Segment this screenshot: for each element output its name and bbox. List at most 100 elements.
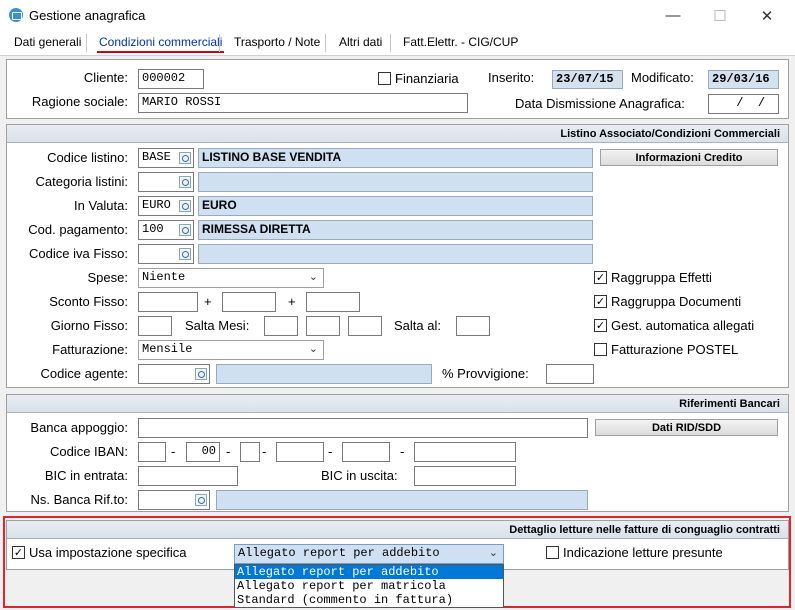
iban-dash: -: [328, 444, 333, 459]
spese-label: Spese:: [87, 270, 128, 285]
letture-dropdown-list: Allegato report per addebito Allegato re…: [234, 564, 504, 608]
codice-listino-field[interactable]: BASE: [138, 148, 194, 168]
ns-banca-field[interactable]: [138, 490, 210, 510]
finanziaria-checkbox[interactable]: [378, 72, 391, 85]
raggruppa-effetti-checkbox[interactable]: ✓: [594, 271, 607, 284]
chevron-down-icon: ⌄: [308, 270, 318, 283]
sconto-fisso-1[interactable]: [138, 292, 198, 312]
close-button[interactable]: ✕: [744, 0, 790, 31]
iban-check-digits[interactable]: 00: [186, 442, 220, 462]
fatturazione-label: Fatturazione:: [52, 342, 128, 357]
usa-impostazione-label: Usa impostazione specifica: [29, 545, 187, 560]
cod-pagamento-field[interactable]: 100: [138, 220, 194, 240]
fatturazione-postel-checkbox[interactable]: [594, 343, 607, 356]
codice-iban-label: Codice IBAN:: [49, 444, 128, 459]
ns-banca-desc: [216, 490, 588, 510]
raggruppa-documenti-checkbox[interactable]: ✓: [594, 295, 607, 308]
valuta-value: EURO: [142, 198, 171, 212]
tab-fatt-elettr[interactable]: Fatt.Elettr. - CIG/CUP: [401, 35, 520, 53]
tab-separator: [219, 34, 220, 52]
search-icon[interactable]: [195, 368, 207, 380]
tab-separator: [325, 34, 326, 52]
dropdown-option[interactable]: Allegato report per addebito: [235, 565, 503, 579]
salta-al-field[interactable]: [456, 316, 490, 336]
iban-cab[interactable]: [342, 442, 390, 462]
categoria-listini-field[interactable]: [138, 172, 194, 192]
sconto-fisso-3[interactable]: [306, 292, 360, 312]
giorno-fisso-label: Giorno Fisso:: [50, 318, 128, 333]
chevron-down-icon: ⌄: [308, 342, 318, 355]
search-icon[interactable]: [179, 224, 191, 236]
letture-combo[interactable]: Allegato report per addebito ⌄: [234, 544, 504, 564]
tab-altri-dati[interactable]: Altri dati: [337, 35, 384, 53]
dropdown-option[interactable]: Allegato report per matricola: [235, 579, 503, 593]
usa-impostazione-checkbox[interactable]: ✓: [12, 546, 25, 559]
banca-header: Riferimenti Bancari: [7, 395, 788, 413]
provvigione-field[interactable]: [546, 364, 594, 384]
ns-banca-label: Ns. Banca Rif.to:: [30, 492, 128, 507]
salta-mesi-1[interactable]: [264, 316, 298, 336]
valuta-label: In Valuta:: [74, 198, 128, 213]
fatturazione-combo[interactable]: Mensile ⌄: [138, 340, 324, 360]
iban-country[interactable]: [138, 442, 166, 462]
codice-listino-value: BASE: [142, 150, 171, 164]
spese-combo[interactable]: Niente ⌄: [138, 268, 324, 288]
tab-trasporto-note[interactable]: Trasporto / Note: [232, 35, 322, 53]
search-icon[interactable]: [179, 176, 191, 188]
bic-uscita-field[interactable]: [414, 466, 516, 486]
iban-dash: -: [262, 444, 267, 459]
dati-rid-sdd-button[interactable]: Dati RID/SDD: [595, 419, 778, 436]
finanziaria-label: Finanziaria: [395, 71, 459, 86]
fatturazione-value: Mensile: [142, 342, 193, 356]
salta-mesi-2[interactable]: [306, 316, 340, 336]
search-icon[interactable]: [195, 494, 207, 506]
letture-presunte-checkbox[interactable]: [546, 546, 559, 559]
giorno-fisso-field[interactable]: [138, 316, 172, 336]
cod-pagamento-desc: RIMESSA DIRETTA: [198, 220, 593, 240]
chevron-down-icon: ⌄: [488, 546, 498, 559]
bic-entrata-label: BIC in entrata:: [44, 468, 128, 483]
categoria-listini-desc: [198, 172, 593, 192]
cod-pagamento-value: 100: [142, 222, 164, 236]
codice-agente-field[interactable]: [138, 364, 210, 384]
search-icon[interactable]: [179, 152, 191, 164]
informazioni-credito-button[interactable]: Informazioni Credito: [600, 149, 778, 166]
dropdown-option[interactable]: Standard (commento in fattura): [235, 593, 503, 607]
gest-allegati-label: Gest. automatica allegati: [611, 318, 755, 333]
search-icon[interactable]: [179, 248, 191, 260]
provvigione-label: % Provvigione:: [442, 366, 529, 381]
tab-condizioni-commerciali[interactable]: Condizioni commerciali: [97, 35, 225, 53]
categoria-listini-label: Categoria listini:: [35, 174, 129, 189]
minimize-button[interactable]: —: [650, 0, 696, 31]
ragione-sociale-label: Ragione sociale:: [31, 94, 128, 109]
listino-header: Listino Associato/Condizioni Commerciali: [7, 125, 788, 143]
sconto-fisso-2[interactable]: [222, 292, 276, 312]
banca-appoggio-label: Banca appoggio:: [30, 420, 128, 435]
salta-mesi-3[interactable]: [348, 316, 382, 336]
tab-separator: [390, 34, 391, 52]
raggruppa-documenti-label: Raggruppa Documenti: [611, 294, 742, 309]
ragione-sociale-field[interactable]: MARIO ROSSI: [138, 93, 468, 113]
modificato-field: 29/03/16: [708, 70, 779, 89]
spese-value: Niente: [142, 270, 186, 284]
iban-dash: -: [171, 444, 176, 459]
bic-entrata-field[interactable]: [138, 466, 238, 486]
tab-separator: [86, 34, 87, 52]
search-icon[interactable]: [179, 200, 191, 212]
iban-conto[interactable]: [414, 442, 516, 462]
iban-cin[interactable]: [240, 442, 260, 462]
iban-dash: -: [226, 444, 231, 459]
gest-allegati-checkbox[interactable]: ✓: [594, 319, 607, 332]
inserito-field: 23/07/15: [552, 70, 623, 89]
iban-abi[interactable]: [276, 442, 324, 462]
sconto-fisso-label: Sconto Fisso:: [49, 294, 128, 309]
valuta-field[interactable]: EURO: [138, 196, 194, 216]
dismissione-label: Data Dismissione Anagrafica:: [515, 96, 685, 111]
letture-combo-value: Allegato report per addebito: [238, 546, 440, 560]
banca-appoggio-field[interactable]: [138, 418, 588, 438]
maximize-button[interactable]: ☐: [697, 0, 743, 31]
dismissione-field[interactable]: / /: [708, 94, 779, 114]
tab-dati-generali[interactable]: Dati generali: [12, 35, 83, 53]
codice-iva-field[interactable]: [138, 244, 194, 264]
cliente-field[interactable]: 000002: [138, 69, 204, 89]
